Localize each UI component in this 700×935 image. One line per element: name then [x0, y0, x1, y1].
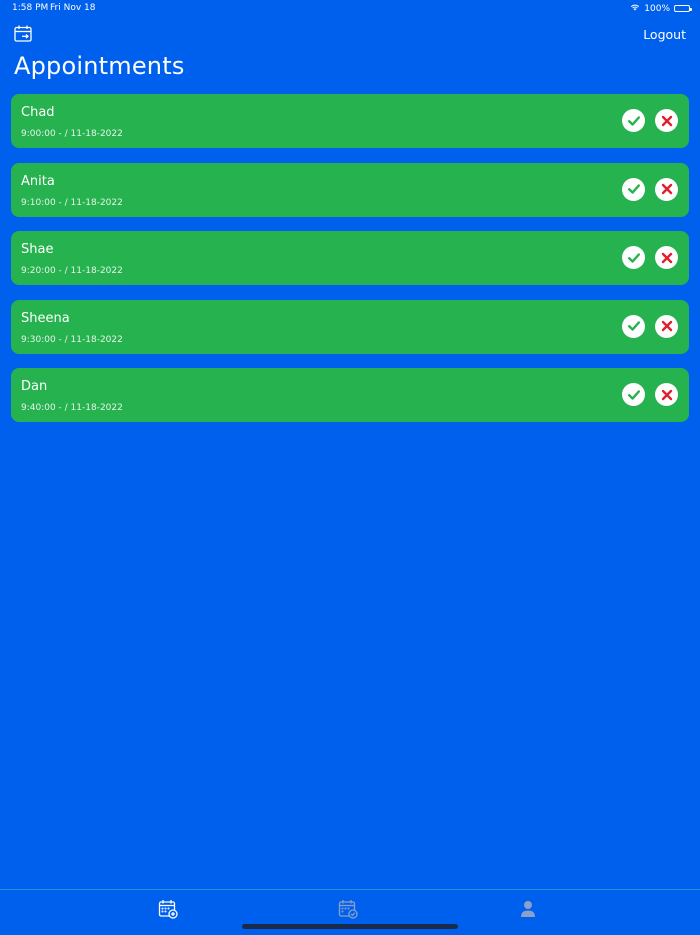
- accept-button[interactable]: [622, 109, 645, 132]
- appointment-card[interactable]: Anita 9:10:00 - / 11-18-2022: [11, 162, 689, 217]
- logout-button[interactable]: Logout: [643, 27, 686, 42]
- appointment-time: 9:10:00 - / 11-18-2022: [21, 197, 123, 208]
- x-icon: [661, 115, 672, 126]
- checkmark-icon: [627, 321, 640, 331]
- appointment-card[interactable]: Chad 9:00:00 - / 11-18-2022: [11, 94, 689, 148]
- decline-button[interactable]: [655, 177, 678, 201]
- accept-button[interactable]: [622, 177, 645, 201]
- page-title: Appointments: [14, 52, 185, 80]
- status-time: 1:58 PM: [12, 3, 49, 13]
- checkmark-icon: [627, 252, 640, 263]
- wifi-icon: [630, 3, 640, 14]
- checkmark-icon: [627, 184, 640, 194]
- appointment-name: Chad: [21, 105, 55, 120]
- tab-history[interactable]: [337, 898, 359, 920]
- appointment-card[interactable]: Sheena 9:30:00 - / 11-18-2022: [11, 299, 689, 354]
- status-bar: 1:58 PM Fri Nov 18 100%: [0, 0, 700, 16]
- status-date: Fri Nov 18: [50, 3, 96, 13]
- appointment-time: 9:00:00 - / 11-18-2022: [21, 129, 123, 139]
- appointment-card[interactable]: Dan 9:40:00 - / 11-18-2022: [11, 368, 689, 422]
- decline-button[interactable]: [655, 246, 678, 269]
- person-icon: [521, 901, 535, 917]
- home-indicator: [242, 924, 458, 929]
- appointment-time: 9:40:00 - / 11-18-2022: [21, 403, 123, 413]
- x-icon: [661, 252, 672, 263]
- tab-profile[interactable]: [517, 898, 539, 920]
- appointment-name: Sheena: [21, 310, 70, 326]
- battery-percent: 100%: [644, 3, 670, 14]
- appointment-time: 9:30:00 - / 11-18-2022: [21, 334, 123, 345]
- calendar-check-icon: [338, 900, 358, 919]
- appointment-name: Anita: [21, 173, 55, 189]
- tab-appointments[interactable]: [157, 898, 179, 920]
- battery-icon: [674, 5, 692, 12]
- appointment-time: 9:20:00 - / 11-18-2022: [21, 266, 123, 276]
- x-icon: [661, 389, 672, 400]
- checkmark-icon: [627, 389, 640, 400]
- calendar-icon[interactable]: [13, 24, 33, 44]
- status-indicators: 100%: [630, 3, 692, 14]
- decline-button[interactable]: [655, 383, 678, 406]
- checkmark-icon: [627, 115, 640, 126]
- calendar-add-icon: [158, 900, 178, 919]
- appointment-list: Chad 9:00:00 - / 11-18-2022 Anita 9:10:0…: [11, 94, 689, 437]
- appointment-card[interactable]: Shae 9:20:00 - / 11-18-2022: [11, 231, 689, 285]
- decline-button[interactable]: [655, 109, 678, 132]
- accept-button[interactable]: [622, 383, 645, 406]
- accept-button[interactable]: [622, 246, 645, 269]
- appointment-name: Shae: [21, 242, 54, 257]
- accept-button[interactable]: [622, 314, 645, 338]
- decline-button[interactable]: [655, 314, 678, 338]
- x-icon: [661, 320, 672, 332]
- x-icon: [661, 183, 672, 195]
- appointment-name: Dan: [21, 379, 48, 394]
